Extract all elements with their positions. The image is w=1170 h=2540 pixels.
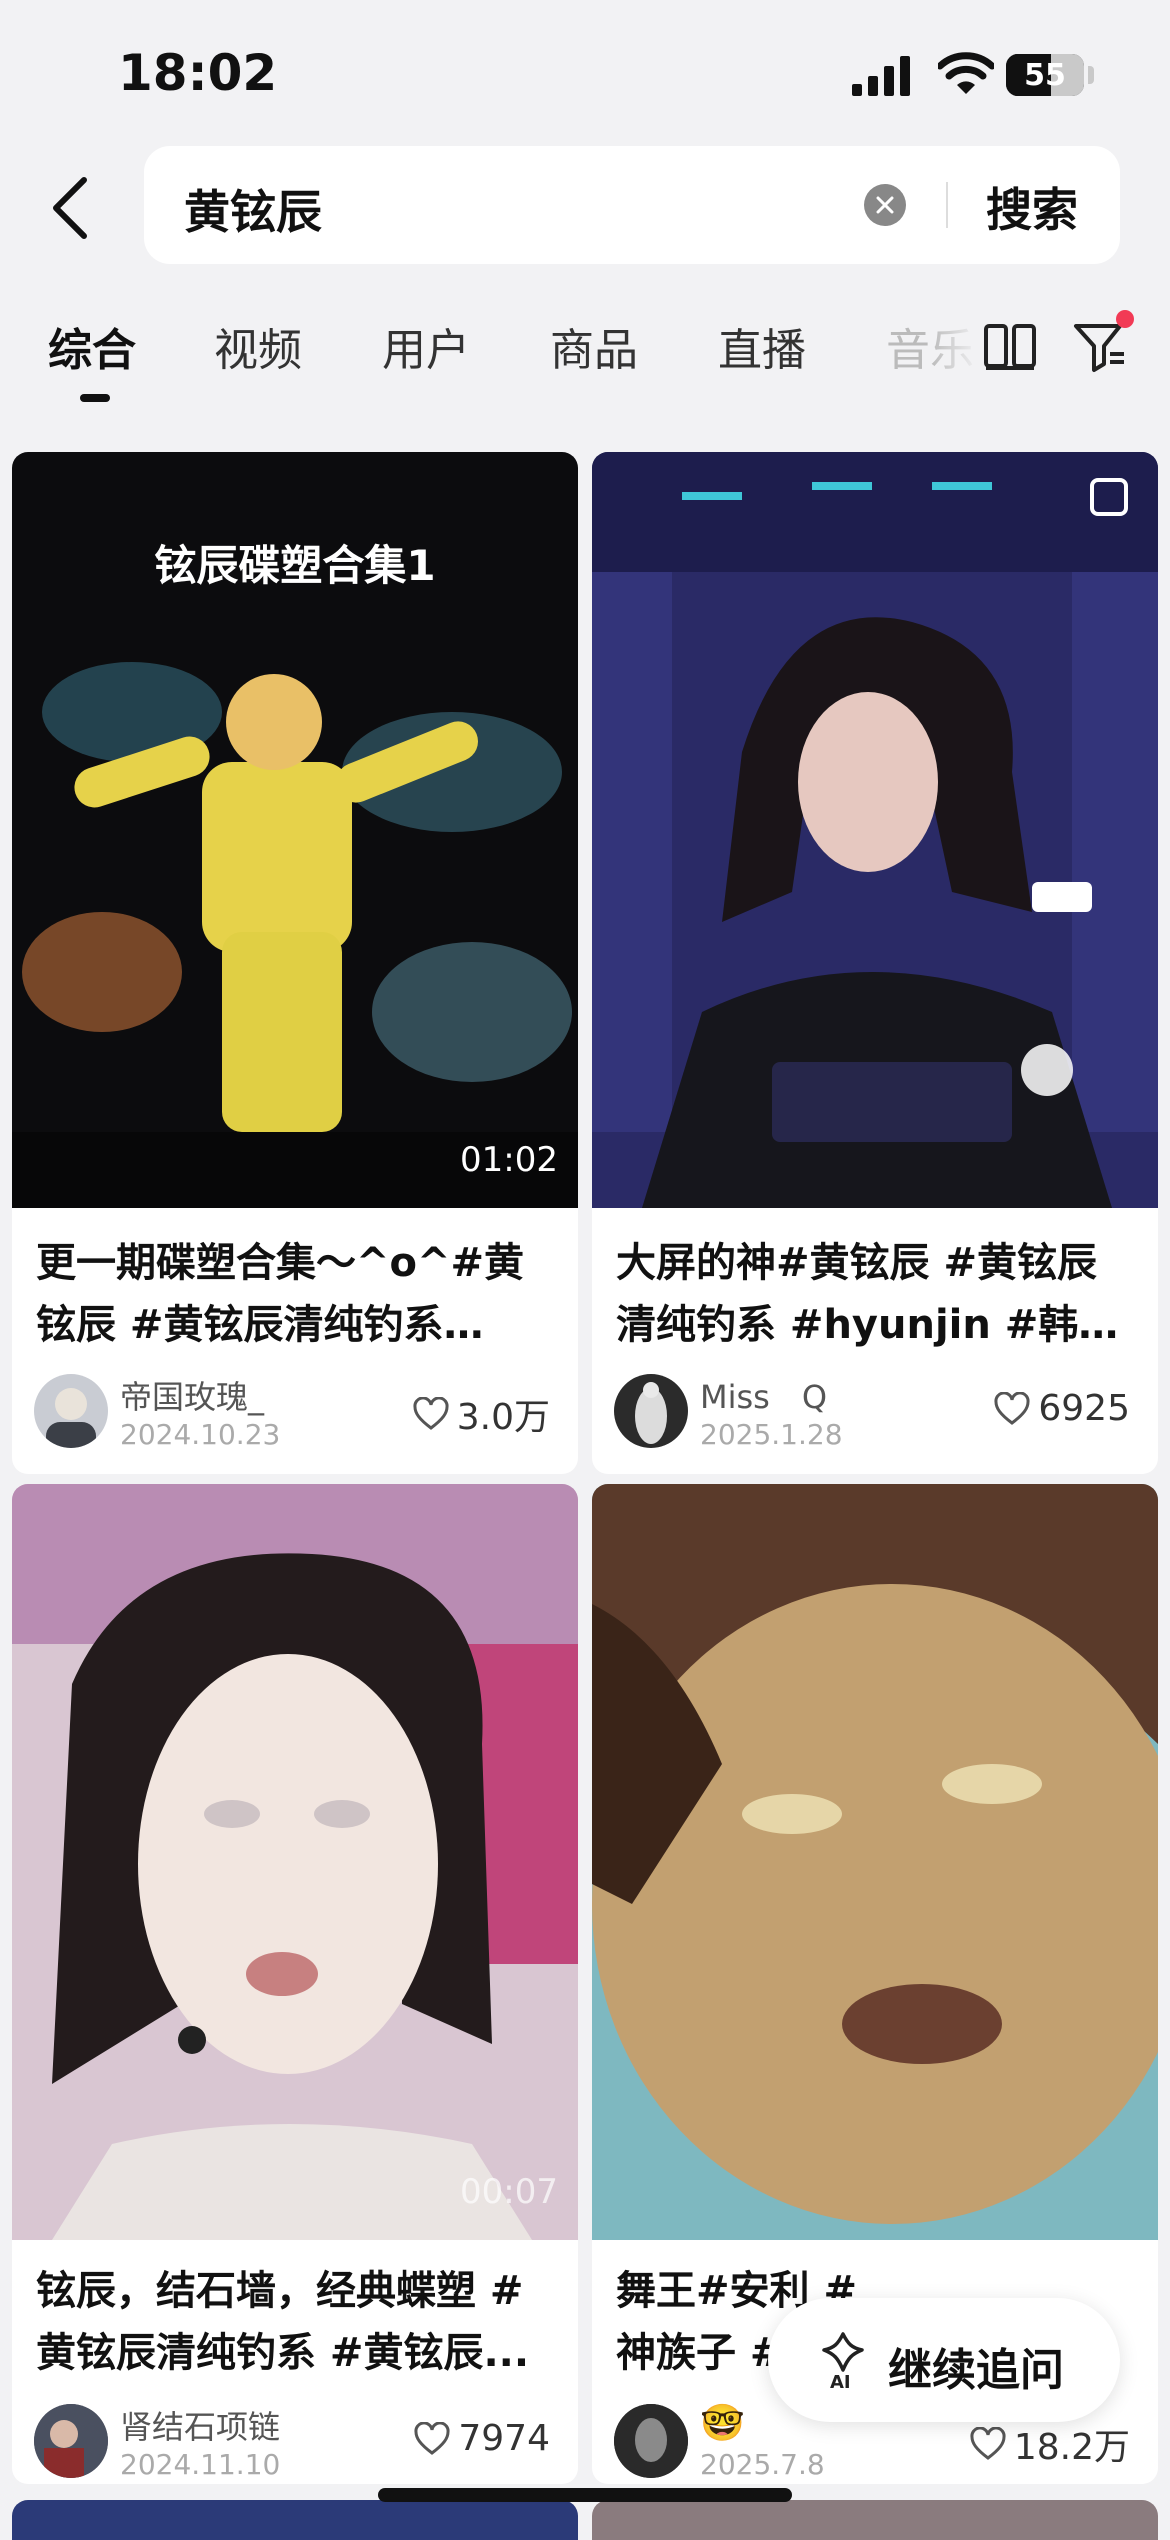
ai-icon-text: AI <box>830 2372 851 2392</box>
ai-sparkle-icon: AI <box>822 2332 864 2392</box>
heart-icon <box>970 2427 1006 2460</box>
battery-level: 55 <box>1024 57 1066 93</box>
like-count[interactable]: 3.0万 <box>413 1388 550 1440</box>
like-count[interactable]: 7974 <box>414 2418 550 2459</box>
card-caption: 铉辰，结石墙，经典蝶塑 #黄铉辰清纯钓系 #黄铉辰... <box>36 2268 530 2376</box>
cellular-signal-icon <box>852 56 910 96</box>
next-card-peek <box>12 2500 578 2540</box>
result-card[interactable]: 00:07 铉辰，结石墙，经典蝶塑 #黄铉辰清纯钓系 #黄铉辰... 肾结石项链… <box>12 1484 578 2484</box>
search-divider <box>946 182 948 228</box>
tab-products[interactable]: 商品 <box>550 314 638 378</box>
heart-icon <box>414 2421 450 2455</box>
thumbnail-image <box>12 1484 578 2240</box>
next-card-peek <box>592 2500 1158 2540</box>
video-thumbnail: 铉辰碟塑合集1 01:02 <box>12 452 578 1208</box>
video-thumbnail <box>592 452 1158 1208</box>
result-card[interactable]: 大屏的神#黄铉辰 #黄铉辰清纯钓系 #hyunjin #韩娱... Miss Q… <box>592 452 1158 1474</box>
author-name[interactable]: Miss Q <box>700 1372 827 1418</box>
close-icon <box>876 196 894 214</box>
tab-fade-mask <box>930 300 980 400</box>
category-tabs: 综合 视频 用户 商品 直播 音乐 <box>0 300 1170 410</box>
avatar[interactable] <box>614 1374 688 1448</box>
tab-live[interactable]: 直播 <box>718 314 806 378</box>
video-thumbnail: 00:07 <box>12 1484 578 2240</box>
card-caption: 更一期碟塑合集～^o^#黄铉辰 #黄铉辰清纯钓系 #s... <box>36 1240 525 1348</box>
video-duration: 01:02 <box>460 1140 558 1180</box>
heart-icon <box>413 1397 449 1430</box>
avatar[interactable] <box>34 1374 108 1448</box>
author-name[interactable]: 肾结石项链 <box>120 2402 280 2448</box>
continue-asking-label: 继续追问 <box>888 2345 1064 2396</box>
video-thumbnail <box>592 1484 1158 2240</box>
layout-toggle-icon[interactable] <box>982 318 1038 374</box>
avatar[interactable] <box>34 2404 108 2478</box>
filter-notification-dot <box>1116 310 1134 328</box>
tab-comprehensive[interactable]: 综合 <box>48 314 136 378</box>
post-date: 2025.1.28 <box>700 1418 843 1451</box>
like-count[interactable]: 18.2万 <box>970 2418 1130 2470</box>
post-date: 2024.10.23 <box>120 1418 281 1451</box>
like-count-value: 3.0万 <box>456 1397 550 1438</box>
like-count-value: 18.2万 <box>1013 2427 1130 2468</box>
search-query: 黄铉辰 <box>184 185 322 239</box>
chevron-left-icon <box>53 177 87 239</box>
like-count[interactable]: 6925 <box>994 1388 1130 1429</box>
video-duration: 00:07 <box>460 2172 558 2212</box>
thumbnail-image <box>592 452 1158 1208</box>
author-name[interactable]: 帝国玫瑰_ <box>120 1372 264 1418</box>
result-card[interactable]: 铉辰碟塑合集1 01:02 更一期碟塑合集～^o^#黄铉辰 #黄铉辰清纯钓系 #… <box>12 452 578 1474</box>
thumbnail-overlay-text: 铉辰碟塑合集1 <box>154 541 436 590</box>
search-input[interactable]: 黄铉辰 搜索 <box>144 146 1120 264</box>
battery-tip <box>1088 66 1094 84</box>
active-tab-indicator <box>80 394 110 402</box>
back-button[interactable] <box>40 168 100 248</box>
clear-search-button[interactable] <box>864 184 906 226</box>
avatar[interactable] <box>614 2404 688 2478</box>
like-count-value: 6925 <box>1038 1388 1130 1429</box>
wifi-icon <box>938 52 994 94</box>
tab-video[interactable]: 视频 <box>214 314 302 378</box>
post-date: 2024.11.10 <box>120 2448 281 2481</box>
thumbnail-image <box>592 1484 1158 2240</box>
home-indicator <box>378 2488 792 2502</box>
continue-asking-button[interactable]: AI 继续追问 <box>768 2298 1120 2422</box>
card-caption: 大屏的神#黄铉辰 #黄铉辰清纯钓系 #hyunjin #韩娱... <box>616 1240 1097 1348</box>
author-name[interactable]: 🤓 <box>700 2402 745 2444</box>
status-bar: 18:02 55 <box>0 0 1170 140</box>
heart-icon <box>994 1391 1030 1425</box>
battery-icon: 55 <box>1006 54 1084 96</box>
search-button[interactable]: 搜索 <box>986 174 1078 240</box>
post-date: 2025.7.8 <box>700 2448 825 2481</box>
status-time: 18:02 <box>118 44 278 102</box>
like-count-value: 7974 <box>458 2418 550 2459</box>
tab-users[interactable]: 用户 <box>382 314 470 378</box>
